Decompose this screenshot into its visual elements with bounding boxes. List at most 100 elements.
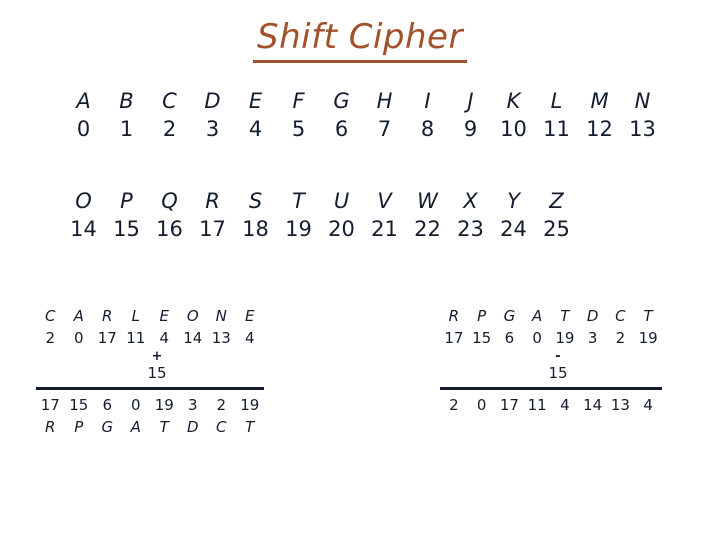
alphabet-letter-cell: X	[449, 188, 492, 214]
ciphertext-letter-cell-text: T	[643, 307, 653, 325]
result-letter-cell: R	[36, 417, 65, 437]
result-number-cell: 2	[207, 395, 236, 415]
result-letter-cell-text: P	[74, 418, 84, 436]
alphabet-number-cell: 14	[62, 214, 105, 244]
result-letter-cell-text: G	[101, 418, 114, 436]
alphabet-letter-cell: Q	[148, 188, 191, 214]
alphabet-number-cell-text: 23	[457, 217, 484, 241]
alphabet-number-cell-text: 3	[205, 117, 220, 141]
alphabet-letter-cell: F	[277, 88, 320, 114]
ciphertext-number-cell: 0	[523, 328, 551, 348]
ciphertext-letter-cell-text: C	[615, 307, 626, 325]
result-number-cell-text: 17	[499, 396, 519, 414]
alphabet-letter-cell: H	[363, 88, 406, 114]
result-letter-cell-text: D	[186, 418, 199, 436]
ciphertext-letter-cell: T	[634, 306, 662, 326]
alphabet-number-cell-text: 25	[543, 217, 570, 241]
ciphertext-number-cell-text: 15	[472, 329, 492, 347]
result-letter-cell: T	[236, 417, 265, 437]
alphabet-number-cell-text: 16	[156, 217, 183, 241]
result-number-cell: 4	[551, 395, 579, 415]
result-number-cell-text: 0	[476, 396, 487, 414]
alphabet-number-cell-text: 17	[199, 217, 226, 241]
result-letter-cell-text: C	[216, 418, 227, 436]
page-title: Shift Cipher	[0, 19, 720, 63]
decryption-ciphertext-numbers: 17 15 6 0 19 3 2 19	[440, 328, 662, 350]
result-number-cell: 14	[579, 395, 607, 415]
alphabet-letter-cell-text: W	[417, 189, 438, 213]
alphabet-number-cell: 1	[105, 114, 148, 144]
alphabet-number-cell-text: 9	[463, 117, 478, 141]
alphabet-letter-cell: L	[535, 88, 578, 114]
alphabet-letter-cell: D	[191, 88, 234, 114]
alphabet-letter-cell: I	[406, 88, 449, 114]
result-letter-cell-text: T	[245, 418, 255, 436]
result-number-cell-text: 4	[560, 396, 570, 414]
plaintext-number-cell-text: 2	[45, 329, 56, 347]
alphabet-number-cell: 23	[449, 214, 492, 244]
alphabet-letter-cell: G	[320, 88, 363, 114]
decryption-operator-sign: -	[555, 349, 561, 364]
result-number-cell: 17	[36, 395, 65, 415]
plaintext-letter-cell: C	[36, 306, 65, 326]
alphabet-letter-cell: T	[277, 188, 320, 214]
ciphertext-letter-cell: A	[523, 306, 551, 326]
alphabet-number-cell-text: 1	[119, 117, 134, 141]
ciphertext-number-cell-text: 0	[532, 329, 542, 347]
result-letter-cell-text: A	[130, 418, 141, 436]
alphabet-letter-cell: M	[578, 88, 621, 114]
alphabet-number-cell: 10	[492, 114, 535, 144]
plaintext-letter-cell-text: L	[131, 307, 140, 325]
result-letter-cell: P	[65, 417, 94, 437]
alphabet-number-cell: 13	[621, 114, 664, 144]
alphabet-letter-cell: R	[191, 188, 234, 214]
encryption-plaintext-numbers: 2 0 17 11 4 14 13 4	[36, 328, 264, 350]
alphabet-mapping-row-2: O P Q R S T U V W X Y Z 14 15 16 17 18 19 20 21 22 23 24 25	[62, 188, 578, 244]
alphabet-letter-cell-text: U	[333, 189, 350, 213]
alphabet-letter-cell: V	[363, 188, 406, 214]
result-number-cell: 2	[440, 395, 468, 415]
alphabet-number-cell: 21	[363, 214, 406, 244]
encryption-result-letters: RPGATDCT	[36, 417, 264, 439]
alphabet-letters-row-2: O P Q R S T U V W X Y Z	[62, 188, 578, 214]
plaintext-number-cell-text: 17	[97, 329, 117, 347]
plaintext-letter-cell-text: E	[245, 307, 255, 325]
result-number-cell: 17	[496, 395, 524, 415]
alphabet-letter-cell-text: P	[120, 189, 133, 213]
alphabet-letter-cell-text: S	[248, 189, 263, 213]
ciphertext-number-cell-text: 19	[555, 329, 575, 347]
encryption-plaintext-letters: CARLEONE	[36, 306, 264, 328]
alphabet-number-cell-text: 8	[420, 117, 435, 141]
plaintext-number-cell-text: 4	[159, 329, 170, 347]
slide-canvas: Shift Cipher ABCDEFGHIJKLMN 0 1 2 3 4 5 6 7 8 9 10…	[0, 0, 720, 540]
plaintext-number-cell: 13	[207, 328, 236, 348]
alphabet-number-cell-text: 11	[543, 117, 570, 141]
alphabet-numbers-row-1: 0 1 2 3 4 5 6 7 8 9 10 11 12 13	[62, 114, 664, 144]
result-number-cell-text: 14	[583, 396, 603, 414]
plaintext-letter-cell: L	[122, 306, 151, 326]
result-number-cell-text: 0	[130, 396, 141, 414]
alphabet-letter-cell: S	[234, 188, 277, 214]
ciphertext-number-cell-text: 19	[638, 329, 658, 347]
result-number-cell: 6	[93, 395, 122, 415]
encryption-example: CARLEONE 2 0 17 11 4 14 13 4 + 15 17 15 6 0 19 3 2 19 …	[36, 306, 264, 439]
alphabet-number-cell-text: 14	[70, 217, 97, 241]
ciphertext-number-cell: 17	[440, 328, 468, 348]
alphabet-letter-cell-text: V	[377, 189, 392, 213]
plaintext-number-cell-text: 0	[73, 329, 84, 347]
alphabet-letter-cell: K	[492, 88, 535, 114]
alphabet-number-cell-text: 19	[285, 217, 312, 241]
ciphertext-number-cell: 2	[607, 328, 635, 348]
ciphertext-letter-cell: P	[468, 306, 496, 326]
ciphertext-number-cell: 3	[579, 328, 607, 348]
plaintext-number-cell: 0	[65, 328, 94, 348]
alphabet-letter-cell-text: I	[424, 89, 431, 113]
alphabet-number-cell: 3	[191, 114, 234, 144]
ciphertext-letter-cell-text: D	[586, 307, 599, 325]
plaintext-letter-cell-text: E	[159, 307, 169, 325]
alphabet-letter-cell: U	[320, 188, 363, 214]
alphabet-number-cell-text: 15	[113, 217, 140, 241]
ciphertext-number-cell: 19	[634, 328, 662, 348]
plaintext-letter-cell-text: C	[45, 307, 56, 325]
alphabet-letter-cell-text: Z	[549, 189, 564, 213]
